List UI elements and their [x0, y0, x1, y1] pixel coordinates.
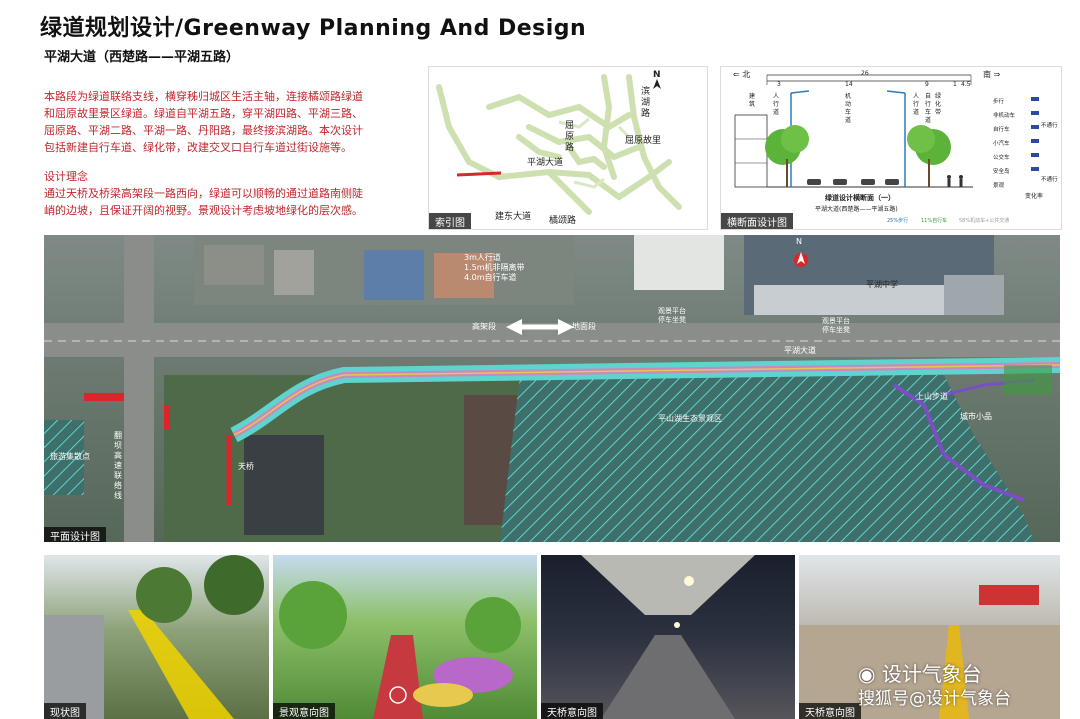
label-jiandong: 建东大道 [495, 212, 532, 222]
level-left-label: 高架段 [472, 322, 496, 331]
page-title: 绿道规划设计/Greenway Planning And Design [40, 16, 587, 41]
label-quyuan-hometown: 屈原故里 [625, 136, 662, 146]
concept-text: 设计理念 通过天桥及桥梁高架段一路西向，绿道可以顺畅的通过道路南侧陡 峭的边坡，… [44, 168, 424, 219]
cs-legend-item: 步行 [993, 99, 1005, 105]
bridge-label: 天桥 [238, 462, 254, 471]
cs-arrow-left: ⇐ 北 [733, 70, 751, 79]
cs-no-pass: 不通行 [1041, 123, 1058, 129]
west-label: 旅游集散点 [50, 452, 90, 461]
watermark-wechat: ◉ 设计气象台 [858, 662, 982, 686]
callout-line: 3m人行道 [464, 253, 501, 262]
cs-subtitle: 平湖大道(西楚路——平湖五路) [815, 206, 898, 213]
north-label: N [653, 70, 661, 80]
vertical-road-label: 翻坝高速联络线 [114, 431, 122, 500]
cs-dim: 9 [925, 81, 929, 88]
platform-1: 观景平台 停车坐凳 [658, 307, 686, 324]
callout-line: 1.5m机非隔离带 [464, 263, 525, 272]
photo-bridge-night-drawing [581, 555, 755, 719]
plan-north-label: N [796, 237, 802, 246]
label-quyuan-road: 屈原路 [565, 121, 575, 153]
cs-col-sidewalk: 人行道 [773, 93, 780, 116]
plan-callout: 3m人行道 1.5m机非隔离带 4.0m自行车道 [464, 253, 525, 283]
intro-line: 包括新建自行车道、绿化带，改建交叉口自行车道过街设施等。 [44, 141, 352, 154]
cs-legend-item: 自行车 [993, 127, 1010, 133]
cross-section-caption: 横断面设计图 [721, 213, 793, 229]
cs-arrow-right: 南 ⇒ [983, 70, 1001, 79]
park-label: 平山湖生态景观区 [658, 414, 722, 423]
school-label: 平湖中学 [866, 280, 898, 289]
photo-bridge-night: 天桥意向图 [541, 555, 795, 719]
cs-no-pass: 不通行 [1041, 177, 1058, 183]
label-binhu: 滨湖路 [641, 87, 651, 119]
label-jusong: 橘颂路 [549, 216, 577, 226]
cs-title: 绿道设计横断面（一） [825, 194, 895, 202]
cs-dim: 14 [845, 81, 853, 88]
cs-dim-total: 26 [861, 70, 869, 77]
cs-legend: 步行 非机动车 自行车 小汽车 公交车 安全岛 景观 [993, 95, 1015, 193]
road-label: 平湖大道 [784, 346, 816, 355]
north-arrow-icon [653, 79, 661, 89]
page-subtitle: 平湖大道（西楚路——平湖五路） [44, 50, 240, 65]
intro-line: 和屈原故里景区绿道。绿道自平湖五路，穿平湖四路、平湖三路、 [44, 107, 363, 120]
cs-col-bike: 自行车道 [925, 93, 932, 124]
intro-text: 本路段为绿道联络支线，横穿秭归城区生活主轴，连接橘颂路绿道 和屈原故里景区绿道。… [44, 88, 424, 156]
plan-map: N 3m人行道 1.5m机非隔离带 4.0m自行车道 高架段 地面段 观景平台停… [44, 235, 1060, 542]
index-map: N 滨湖路 屈原路 屈原故里 平湖大道 建东大道 橘颂路 索引图 [428, 66, 708, 230]
photo-caption: 天桥意向图 [541, 703, 603, 719]
plan-drawing [44, 235, 1060, 542]
cs-legend-label: 变化率 [1025, 193, 1044, 200]
photo-caption: 景观意向图 [273, 703, 335, 719]
cs-dim: 1 [953, 81, 957, 88]
cs-col-car: 机动车道 [845, 93, 852, 124]
cs-legend-item: 安全岛 [993, 169, 1010, 175]
intro-line: 本路段为绿道联络支线，横穿秭归城区生活主轴，连接橘颂路绿道 [44, 90, 363, 103]
photo-caption: 天桥意向图 [799, 703, 861, 719]
cs-legend-item: 景观 [993, 183, 1005, 189]
cs-dim: 4.5 [961, 81, 971, 88]
cs-dim: 3 [777, 81, 781, 88]
concept-heading: 设计理念 [44, 170, 88, 183]
cs-legend-item: 小汽车 [993, 141, 1010, 147]
cs-note: 25%步行 [887, 218, 909, 224]
photo-existing-drawing [44, 555, 264, 719]
intro-line: 屈原路、平湖二路、平湖一路、丹阳路，最终接滨湖路。本次设计 [44, 124, 363, 137]
index-map-caption: 索引图 [429, 213, 471, 229]
wechat-icon: ◉ [858, 662, 876, 686]
cs-note: 58%机动车+公共交通 [959, 218, 1010, 224]
photo-landscape: 景观意向图 [273, 555, 537, 719]
photo-existing: 现状图 [44, 555, 269, 719]
path-label-2: 城市小品 [960, 412, 992, 421]
concept-line: 峭的边坡，且保证开阔的视野。景观设计考虑坡地绿化的层次感。 [44, 204, 363, 217]
callout-line: 4.0m自行车道 [464, 273, 517, 282]
cs-col-sidewalk2: 人行道 [913, 93, 920, 116]
photo-landscape-drawing [279, 581, 521, 719]
cs-note: 11%自行车 [921, 218, 948, 224]
cross-section: ⇐ 北 南 ⇒ 26 3 14 9 1 4.5 建筑 人行道 机动车道 人行道 … [720, 66, 1062, 230]
watermark-sohu: 搜狐号@设计气象台 [858, 689, 1011, 709]
concept-line: 通过天桥及桥梁高架段一路西向，绿道可以顺畅的通过道路南侧陡 [44, 187, 363, 200]
cs-col-green: 绿化带 [935, 93, 942, 116]
level-right-label: 地面段 [572, 322, 596, 331]
cs-legend-item: 非机动车 [993, 113, 1016, 119]
path-label-1: 上山步道 [916, 392, 948, 401]
photo-caption: 现状图 [44, 703, 86, 719]
plan-caption: 平面设计图 [44, 527, 106, 542]
cs-legend-item: 公交车 [993, 155, 1010, 161]
label-pinghu: 平湖大道 [527, 158, 564, 168]
platform-2: 观景平台 停车坐凳 [822, 317, 850, 334]
cs-col-left: 建筑 [749, 93, 756, 108]
